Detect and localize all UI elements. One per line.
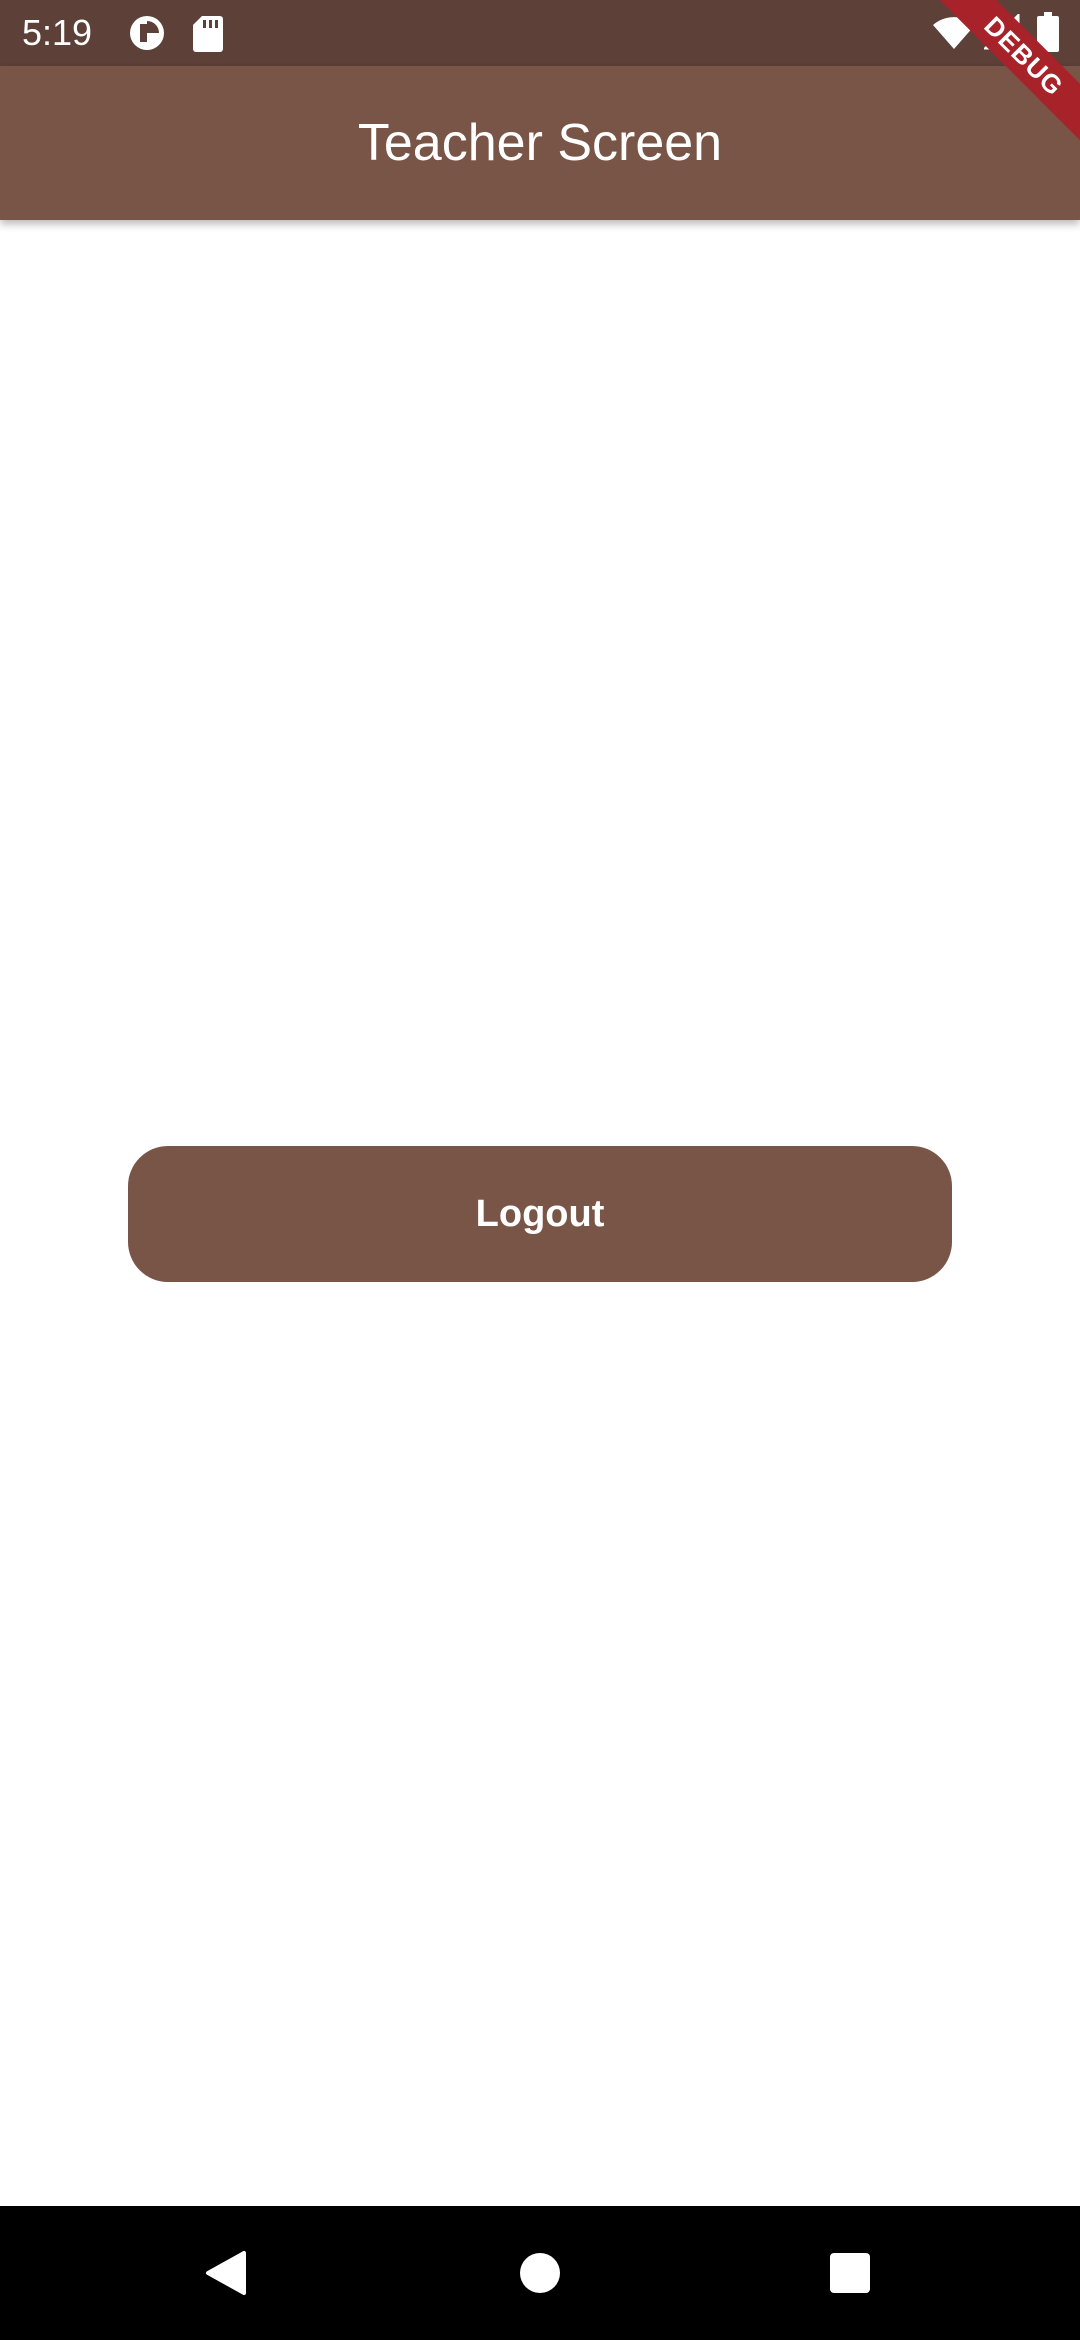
- home-icon: [520, 2253, 560, 2293]
- sd-card-icon: [193, 16, 223, 52]
- status-time: 5:19: [22, 12, 93, 53]
- recents-button[interactable]: [790, 2206, 910, 2340]
- status-bar: 5:19: [0, 0, 1080, 66]
- back-icon: [206, 2251, 246, 2295]
- system-nav-bar: [0, 2206, 1080, 2340]
- page-title: Teacher Screen: [357, 114, 723, 172]
- battery-icon: [1037, 12, 1059, 52]
- logout-button[interactable]: Logout: [128, 1146, 952, 1282]
- wifi-icon: [933, 17, 975, 49]
- main-content: Logout: [0, 220, 1080, 2206]
- back-button[interactable]: [166, 2206, 286, 2340]
- app-bar: Teacher Screen: [0, 66, 1080, 220]
- cell-signal-icon: [984, 14, 1020, 50]
- home-button[interactable]: [480, 2206, 600, 2340]
- data-saver-icon: [130, 16, 164, 50]
- teacher-screen: 5:19 DEBUG Teacher Screen Logout: [0, 0, 1080, 2340]
- recents-icon: [830, 2253, 870, 2293]
